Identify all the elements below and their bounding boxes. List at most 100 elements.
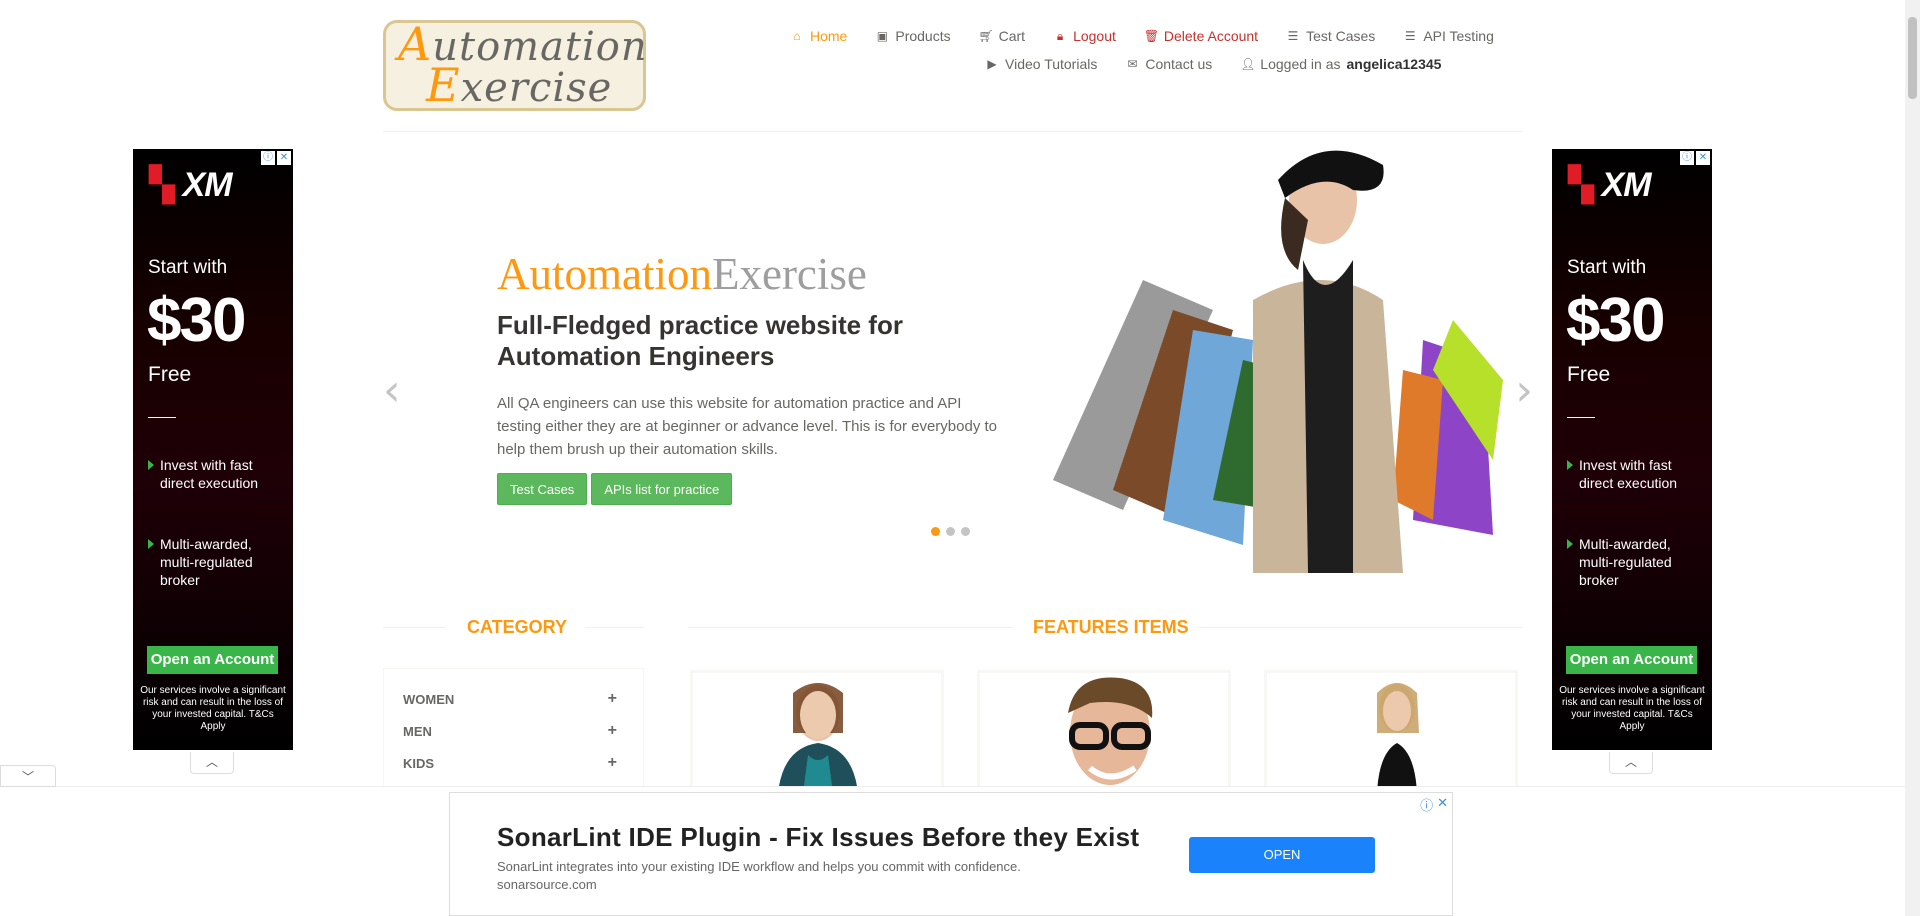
ad-bullet-1: Invest with fast direct execution: [1567, 456, 1707, 492]
ad-brand-logo: ▚ XM: [149, 165, 233, 205]
ad-close-icon[interactable]: ✕: [277, 151, 291, 165]
header-divider: [383, 131, 1523, 132]
bottom-ad-title[interactable]: SonarLint IDE Plugin - Fix Issues Before…: [497, 822, 1139, 853]
slider-brand: AutomationExercise: [497, 248, 867, 300]
nav-contact-us[interactable]: ✉ Contact us: [1125, 56, 1212, 72]
chevron-up-icon: ︿: [205, 755, 218, 769]
nav-delete-account-label: Delete Account: [1163, 28, 1259, 44]
nav-delete-account[interactable]: 🗑︎ Delete Account: [1144, 28, 1258, 44]
apis-list-button[interactable]: APIs list for practice: [591, 473, 733, 505]
bottom-ad-collapse-tab[interactable]: ﹀: [0, 765, 56, 787]
ad-info-icon[interactable]: ⓘ: [1420, 795, 1433, 814]
product-card[interactable]: [690, 670, 944, 790]
ad-brand-text: XM: [1601, 166, 1652, 204]
right-side-ad[interactable]: ⓘ ✕ ▚ XM Start with $30 Free Invest with …: [1552, 149, 1712, 750]
features-line-right: [1198, 627, 1523, 628]
logo-cap-e: E: [426, 57, 461, 112]
category-women[interactable]: WOMEN +: [384, 683, 643, 715]
slider-dot-3[interactable]: [961, 527, 970, 536]
product-face-inner: [800, 691, 836, 739]
nav-home[interactable]: ⌂ Home: [790, 28, 847, 44]
product-card[interactable]: [1264, 670, 1518, 790]
ad-info-icon[interactable]: ⓘ: [261, 151, 275, 165]
product-card[interactable]: [977, 670, 1231, 790]
nav-cart-label: Cart: [998, 28, 1026, 44]
features-title: FEATURES ITEMS: [1033, 617, 1189, 637]
ad-start-text: Start with: [148, 257, 228, 278]
home-icon: ⌂: [793, 29, 801, 43]
logo-text-1: utomation: [432, 23, 648, 70]
site-logo[interactable]: Automation Exercise: [383, 20, 648, 111]
left-ad-collapse-tab[interactable]: ︿: [190, 752, 234, 774]
page-scrollbar[interactable]: [1905, 0, 1920, 916]
ad-amount: $30: [1566, 286, 1665, 355]
bottom-ad-domain: sonarsource.com: [497, 877, 597, 892]
nav-cart[interactable]: 🛒︎ Cart: [979, 28, 1025, 44]
ad-risk-text: Our services involve a significant risk …: [1559, 685, 1705, 732]
ad-info-controls: ⓘ ✕: [1420, 795, 1448, 814]
bottom-ad[interactable]: ⓘ ✕ SonarLint IDE Plugin - Fix Issues Bef…: [449, 792, 1453, 916]
ad-open-account-button[interactable]: Open an Account: [1566, 646, 1697, 674]
category-line-right: [585, 627, 644, 628]
slider-brand-a: Automation: [497, 249, 712, 299]
products-icon: ▣: [876, 29, 889, 43]
scrollbar-thumb[interactable]: [1908, 17, 1917, 99]
list-icon: ☰: [1287, 29, 1299, 43]
product-image: [1068, 677, 1153, 785]
bottom-ad-description: SonarLint integrates into your existing …: [497, 859, 1021, 874]
chevron-down-icon: ﹀: [21, 770, 34, 784]
category-women-label: WOMEN: [403, 691, 455, 707]
nav-products[interactable]: ▣ Products: [875, 28, 951, 44]
category-men-label: MEN: [403, 723, 432, 739]
nav-home-label: Home: [810, 28, 848, 44]
product-image: [1377, 683, 1419, 787]
category-line-left: [383, 627, 446, 628]
test-cases-button[interactable]: Test Cases: [497, 473, 588, 505]
plus-icon[interactable]: +: [608, 722, 617, 740]
ad-divider: [148, 417, 176, 418]
nav-api-testing[interactable]: ☰ API Testing: [1403, 28, 1494, 44]
nav-row-2: ▶ Video Tutorials ✉ Contact us 👤︎ Logged in…: [780, 56, 1510, 72]
ad-close-icon[interactable]: ✕: [1696, 151, 1710, 165]
page: Automation Exercise ⌂ Home ▣ Products 🛒︎ Ca…: [0, 0, 1920, 916]
slider-indicators: [931, 527, 970, 536]
trash-icon: 🗑︎: [1143, 29, 1160, 43]
ad-bullet-2: Multi-awarded, multi-regulated broker: [1567, 535, 1707, 589]
nav-logged-in: 👤︎ Logged in as angelica12345: [1240, 56, 1441, 72]
product-image: [778, 683, 858, 787]
nav-row-1: ⌂ Home ▣ Products 🛒︎ Cart 🔒︎ Logout 🗑︎ Delete…: [780, 28, 1510, 44]
ad-open-account-button[interactable]: Open an Account: [147, 646, 278, 674]
slider-buttons: Test Cases APIs list for practice: [497, 473, 733, 505]
slider-dot-1[interactable]: [931, 527, 940, 536]
plus-icon[interactable]: +: [608, 754, 617, 772]
user-icon: 👤︎: [1240, 57, 1256, 71]
nav-logout[interactable]: 🔒︎ Logout: [1053, 28, 1116, 44]
slider-next-arrow[interactable]: ›: [1515, 365, 1533, 416]
nav-logout-label: Logout: [1073, 28, 1116, 44]
ad-bullet-2: Multi-awarded, multi-regulated broker: [148, 535, 288, 589]
plus-icon[interactable]: +: [608, 690, 617, 708]
category-men[interactable]: MEN +: [384, 715, 643, 747]
nav-video-tutorials[interactable]: ▶ Video Tutorials: [985, 56, 1097, 72]
lock-icon: 🔒︎: [1056, 28, 1064, 43]
slider-prev-arrow[interactable]: ‹: [383, 365, 401, 416]
nav-test-cases[interactable]: ☰ Test Cases: [1286, 28, 1376, 44]
left-side-ad[interactable]: ⓘ ✕ ▚ XM Start with $30 Free Invest with …: [133, 149, 293, 750]
hero-slider: ‹ AutomationExercise Full-Fledged practi…: [383, 140, 1533, 580]
right-ad-collapse-tab[interactable]: ︿: [1609, 752, 1653, 774]
ad-info-icon[interactable]: ⓘ: [1680, 151, 1694, 165]
top-nav: ⌂ Home ▣ Products 🛒︎ Cart 🔒︎ Logout 🗑︎ Delete…: [780, 28, 1510, 84]
ad-divider: [1567, 417, 1595, 418]
ad-close-icon[interactable]: ✕: [1437, 795, 1448, 814]
bottom-ad-open-button[interactable]: OPEN: [1189, 837, 1375, 873]
ad-amount: $30: [147, 286, 246, 355]
logged-in-username: angelica12345: [1346, 56, 1442, 72]
xm-mark-icon: ▚: [149, 166, 175, 204]
product-dress: [1377, 743, 1417, 787]
category-kids[interactable]: KIDS +: [384, 747, 643, 779]
logo-line-2: Exercise: [398, 62, 643, 108]
ad-brand-text: XM: [182, 166, 233, 204]
cart-icon: 🛒︎: [978, 29, 994, 43]
slider-dot-2[interactable]: [946, 527, 955, 536]
slider-description: All QA engineers can use this website fo…: [497, 395, 998, 458]
